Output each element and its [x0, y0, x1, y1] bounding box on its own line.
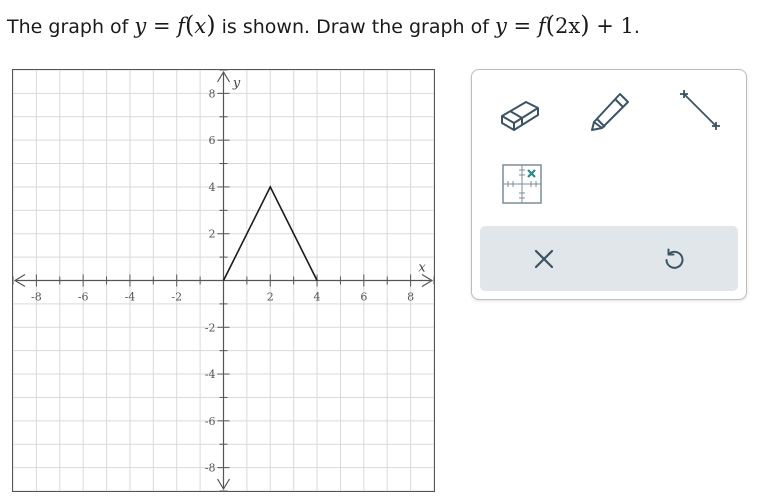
- y-tick-label: 6: [209, 134, 216, 147]
- x-tick-label: -4: [125, 291, 136, 304]
- eq1-open-paren: (: [185, 11, 195, 39]
- eq2-tail: + 1: [589, 14, 634, 38]
- eq2-function: f: [537, 14, 546, 38]
- coordinate-plane[interactable]: -8 -6 -4 -2 2 4 6 8 8 6 4 2 -2 -4 -6 -8 x y: [13, 70, 434, 491]
- graph-action-bar: [480, 226, 738, 291]
- x-tick-label: 4: [314, 291, 321, 304]
- question-text: The graph of y = f(x) is shown. Draw the…: [7, 10, 640, 42]
- x-tick-label: -2: [171, 291, 182, 304]
- eq2-close-paren: ): [580, 11, 590, 39]
- equation-target: y = f(2x) + 1: [494, 11, 634, 39]
- eq2-lhs: y: [494, 14, 507, 38]
- y-tick-label: 4: [209, 181, 216, 194]
- question-middle: is shown. Draw the graph of: [215, 16, 495, 38]
- eq2-argument: 2x: [554, 14, 581, 38]
- graph-toolbox: [471, 69, 747, 300]
- x-tick-label: 8: [407, 291, 414, 304]
- graph-point-icon: [502, 164, 542, 204]
- eraser-tool[interactable]: [494, 86, 546, 138]
- y-tick-label: -6: [205, 415, 216, 428]
- eq1-close-paren: ): [206, 11, 216, 39]
- undo-button[interactable]: [653, 238, 695, 280]
- question-end: .: [633, 16, 640, 38]
- pencil-icon: [591, 93, 629, 131]
- x-tick-label: 6: [360, 291, 367, 304]
- eq2-open-paren: (: [545, 11, 555, 39]
- eq2-equals: =: [506, 14, 538, 38]
- x-tick-label: 2: [267, 291, 274, 304]
- graph-canvas[interactable]: -8 -6 -4 -2 2 4 6 8 8 6 4 2 -2 -4 -6 -8 x y: [12, 69, 435, 492]
- graph-point-tool[interactable]: [496, 158, 548, 210]
- pencil-tool[interactable]: [584, 84, 636, 136]
- x-tick-label: -8: [31, 291, 42, 304]
- x-axis-label: x: [418, 261, 426, 276]
- y-axis-label: y: [232, 76, 241, 91]
- y-tick-label: -8: [205, 462, 216, 475]
- eq1-function: f: [177, 14, 185, 38]
- close-icon: [534, 249, 554, 269]
- y-tick-label: -2: [205, 321, 216, 334]
- eq1-equals: =: [146, 14, 178, 38]
- line-segment-tool[interactable]: [674, 84, 726, 136]
- undo-icon: [665, 248, 684, 269]
- line-segment-icon: [680, 90, 720, 130]
- eq1-argument: x: [194, 14, 207, 38]
- eraser-icon: [501, 101, 539, 131]
- y-tick-label: 8: [209, 87, 216, 100]
- y-tick-label: 2: [209, 228, 216, 241]
- y-tick-label: -4: [205, 368, 216, 381]
- equation-given: y = f(x): [134, 11, 216, 39]
- x-tick-label: -6: [78, 291, 89, 304]
- clear-button[interactable]: [523, 238, 565, 280]
- question-lead: The graph of: [7, 16, 135, 38]
- eq1-lhs: y: [134, 14, 147, 38]
